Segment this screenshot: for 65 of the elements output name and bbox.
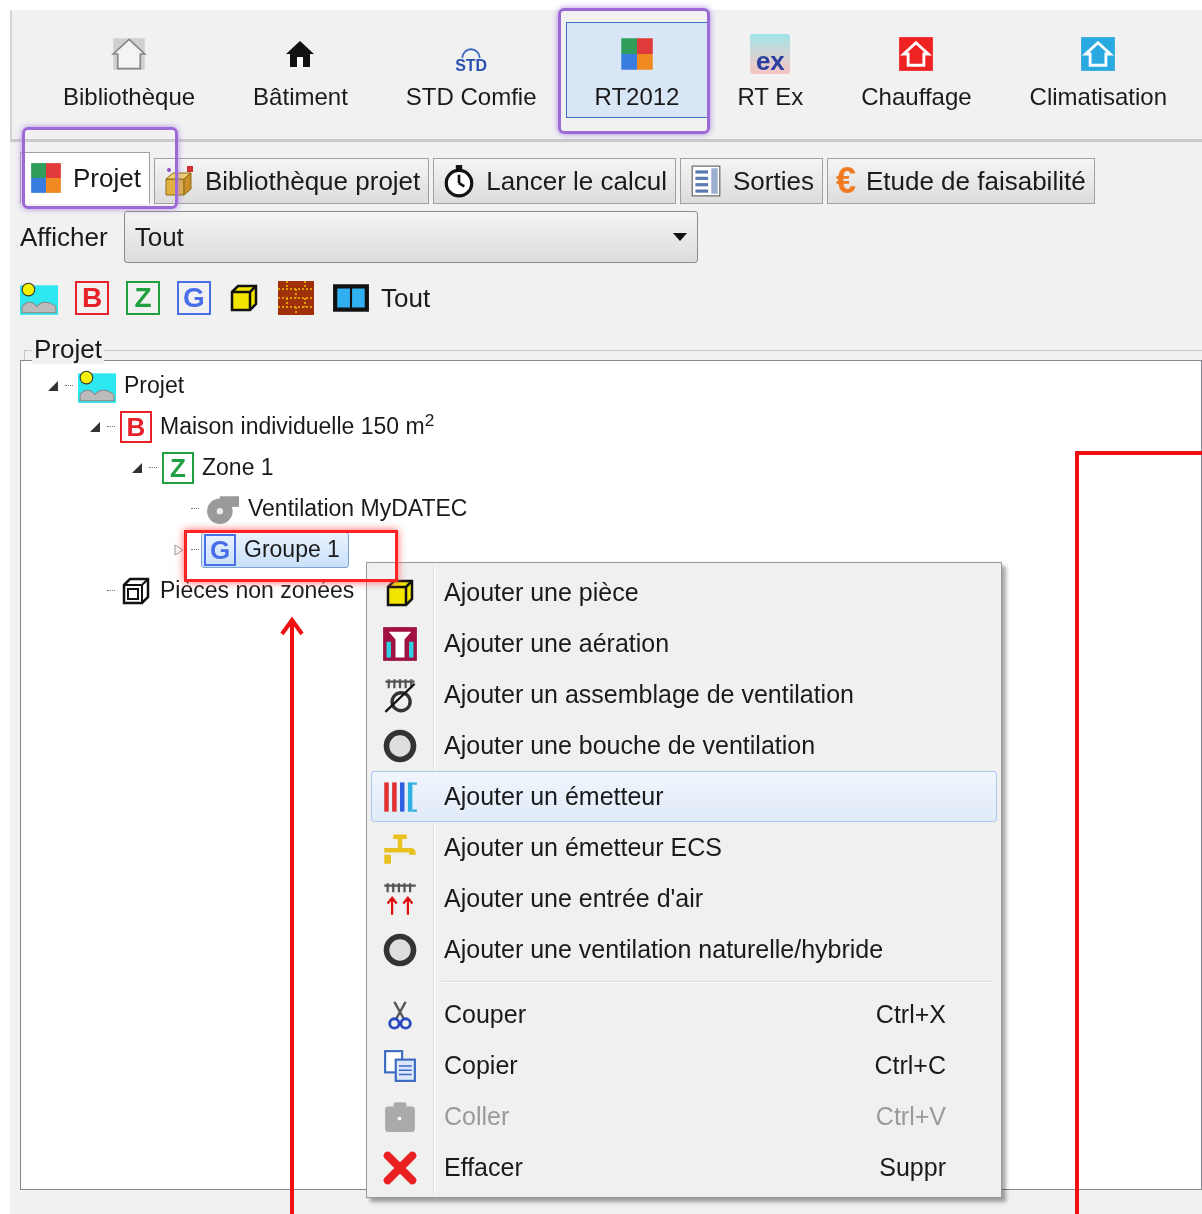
tree-item[interactable]: Z Zone 1 xyxy=(159,449,283,486)
tab[interactable]: Bibliothèque projet xyxy=(153,158,430,204)
ribbon-button[interactable]: Bibliothèque xyxy=(34,22,225,118)
grille-icon xyxy=(382,676,418,713)
euro-icon: € xyxy=(835,163,856,199)
menu-item[interactable]: Copier Ctrl+C xyxy=(371,1040,997,1091)
tiles-icon xyxy=(29,161,63,195)
vent-frame-icon xyxy=(382,625,418,662)
menu-item[interactable]: Ajouter une pièce xyxy=(371,567,997,618)
tree-item[interactable]: Pièces non zonées xyxy=(117,572,364,609)
letter-icon: G xyxy=(204,533,236,566)
landscape-icon xyxy=(20,281,58,315)
collapsed-arrow-icon[interactable] xyxy=(173,543,185,556)
expanded-arrow-icon[interactable] xyxy=(89,420,101,433)
logo-icon: ex xyxy=(750,34,791,74)
menu-item[interactable]: Ajouter un émetteur ECS xyxy=(371,822,997,873)
ribbon-button[interactable]: STD STD Comfie xyxy=(376,22,566,118)
cube-icon xyxy=(228,282,260,314)
window-icon xyxy=(332,283,370,313)
box-icon xyxy=(162,165,195,197)
display-select[interactable]: Tout xyxy=(123,211,698,263)
letter-icon: Z xyxy=(126,281,160,315)
tree-item[interactable]: B Maison individuelle 150 m$^{2}$ xyxy=(117,408,444,445)
letter-icon: B xyxy=(120,410,152,443)
tree-item[interactable]: G Groupe 1 xyxy=(201,531,349,568)
ribbon-button[interactable]: RT2012 xyxy=(565,22,709,118)
menu-item[interactable]: Ajouter un assemblage de ventilation xyxy=(371,669,997,720)
ribbon-button[interactable]: Bâtiment xyxy=(224,22,377,118)
tree-item[interactable]: Ventilation MyDATEC xyxy=(201,490,477,527)
ribbon-button[interactable]: Chauffage xyxy=(832,22,1001,118)
house-icon xyxy=(111,36,148,72)
tab[interactable]: Lancer le calcul xyxy=(433,158,676,204)
delete-icon xyxy=(382,1149,418,1186)
filter-label: Tout xyxy=(381,281,431,315)
menu-item[interactable]: Ajouter une bouche de ventilation xyxy=(371,720,997,771)
tab[interactable]: Projet xyxy=(20,152,150,204)
tab[interactable]: Sorties xyxy=(679,158,823,204)
display-label: Afficher xyxy=(20,220,108,254)
brick-wall-icon xyxy=(277,281,315,315)
menu-item[interactable]: Ajouter un émetteur xyxy=(371,771,997,822)
ribbon-button[interactable]: Climatisation xyxy=(1000,22,1196,118)
menu-item[interactable]: Ajouter une aération xyxy=(371,618,997,669)
ribbon-button[interactable]: ex RT Ex xyxy=(708,22,833,118)
dropdown-arrow-icon xyxy=(672,233,687,241)
menu-item[interactable]: Couper Ctrl+X xyxy=(371,989,997,1040)
menu-item[interactable]: Ajouter une ventilation naturelle/hybride xyxy=(371,924,997,975)
letter-icon: G xyxy=(177,281,211,315)
menu-item[interactable]: Effacer Suppr xyxy=(371,1142,997,1193)
house-icon xyxy=(1080,36,1117,72)
clipboard-icon xyxy=(382,1099,418,1134)
ring-icon xyxy=(382,931,418,968)
logo-icon: STD xyxy=(451,34,492,74)
tree-item[interactable]: Projet xyxy=(75,367,194,404)
house-icon xyxy=(898,36,935,72)
tiles-icon xyxy=(619,36,655,72)
expanded-arrow-icon[interactable] xyxy=(47,379,59,392)
expanded-arrow-icon[interactable] xyxy=(131,461,143,474)
copy-icon xyxy=(382,1048,418,1083)
ring-icon xyxy=(382,727,418,764)
landscape-icon xyxy=(78,368,116,403)
menu-item[interactable]: Ajouter une entrée d'air xyxy=(371,873,997,924)
letter-icon: Z xyxy=(162,451,194,484)
tab[interactable]: € Etude de faisabilité xyxy=(826,158,1095,204)
letter-icon: B xyxy=(75,281,109,315)
air-inlet-icon xyxy=(382,880,418,917)
